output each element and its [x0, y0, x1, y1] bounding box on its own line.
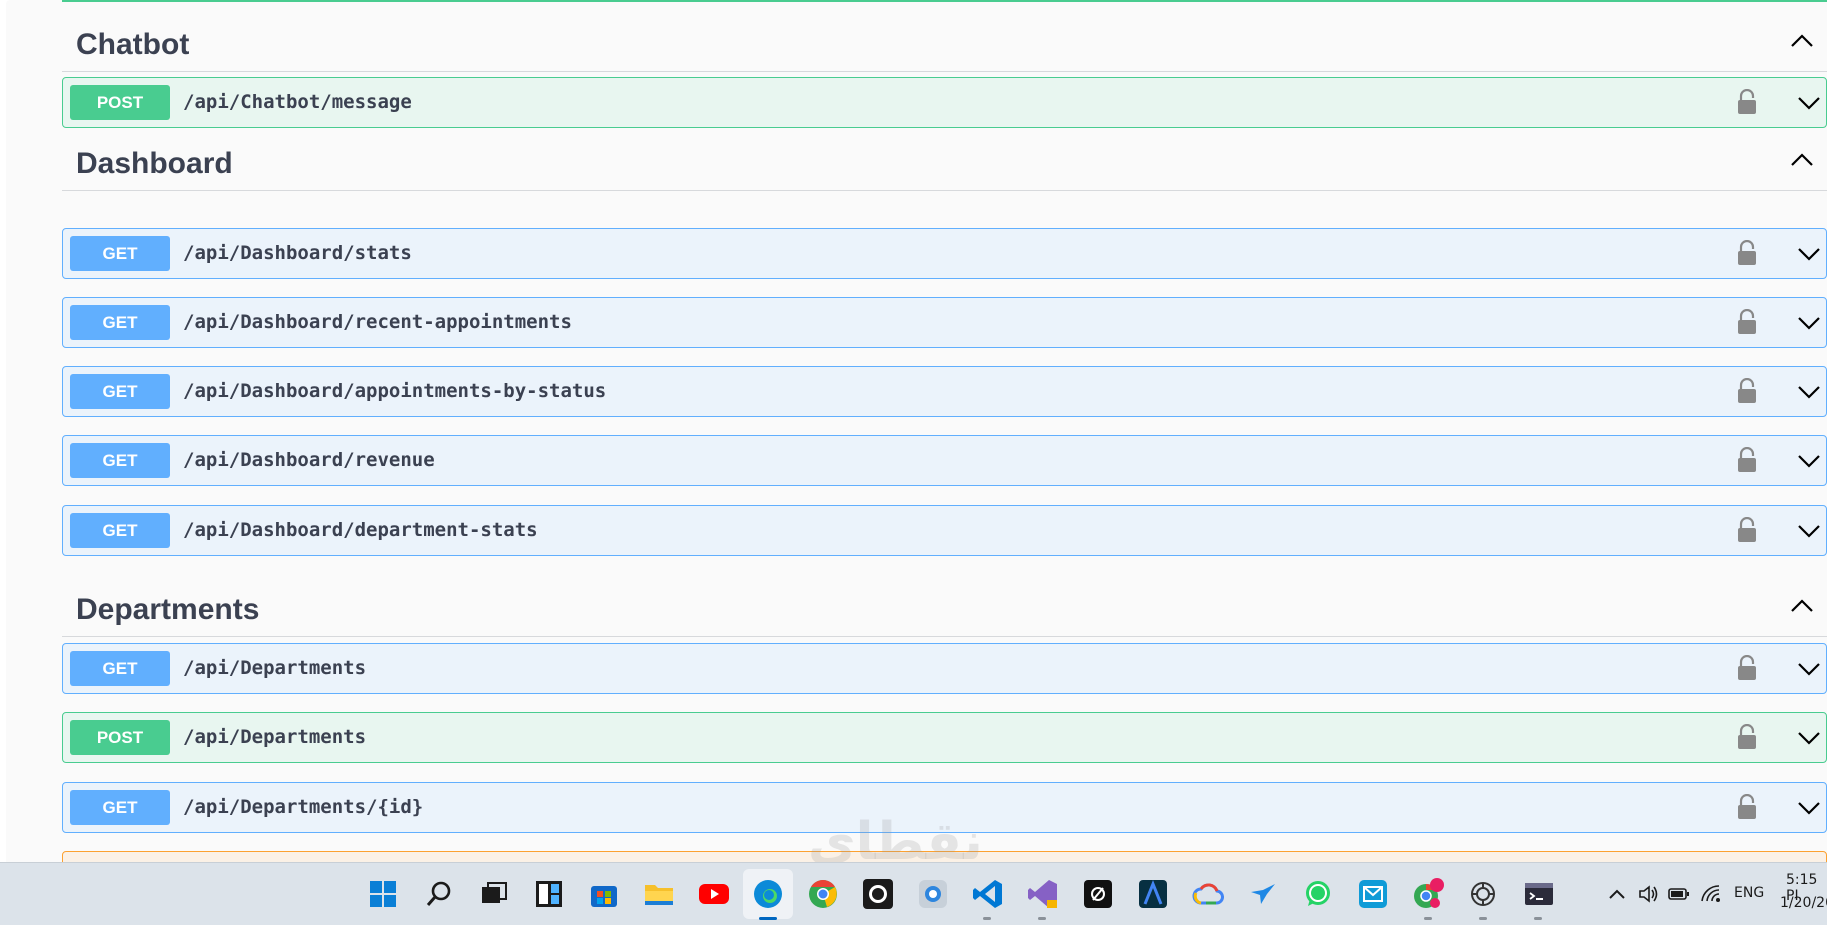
lock-icon[interactable]: [1736, 447, 1758, 473]
operation-path: /api/Dashboard/appointments-by-status: [183, 380, 607, 402]
tag-title: Dashboard: [76, 147, 233, 180]
lock-icon[interactable]: [1736, 794, 1758, 820]
chevron-down-icon[interactable]: [1794, 654, 1824, 684]
method-badge: GET: [70, 305, 170, 340]
chevron-up-icon[interactable]: [1608, 887, 1626, 901]
operation-post-departments[interactable]: POST /api/Departments: [62, 712, 1827, 763]
method-badge: GET: [70, 236, 170, 271]
method-badge: GET: [70, 513, 170, 548]
running-indicator: [1424, 917, 1432, 920]
lock-icon[interactable]: [1736, 724, 1758, 750]
visual-studio-icon[interactable]: [1026, 877, 1060, 911]
operation-path: /api/Chatbot/message: [183, 91, 412, 113]
lock-icon[interactable]: [1736, 309, 1758, 335]
running-indicator: [983, 917, 991, 920]
chrome-icon[interactable]: [806, 877, 840, 911]
chrome-profile-icon[interactable]: [1411, 877, 1445, 911]
method-badge: POST: [70, 720, 170, 755]
tag-header-dashboard[interactable]: Dashboard: [62, 133, 1827, 191]
lock-icon[interactable]: [1736, 655, 1758, 681]
chevron-down-icon[interactable]: [1794, 377, 1824, 407]
lock-icon[interactable]: [1736, 378, 1758, 404]
google-cloud-icon[interactable]: [1191, 877, 1225, 911]
method-badge: GET: [70, 651, 170, 686]
method-badge: GET: [70, 374, 170, 409]
chevron-down-icon[interactable]: [1794, 516, 1824, 546]
operation-path: /api/Departments: [183, 726, 367, 748]
whatsapp-icon[interactable]: [1301, 877, 1335, 911]
tag-header-chatbot[interactable]: Chatbot: [62, 14, 1827, 72]
mail-icon[interactable]: [1356, 877, 1390, 911]
terminal-app-icon[interactable]: [1081, 877, 1115, 911]
operation-get-dashboard-appointments-by-status[interactable]: GET /api/Dashboard/appointments-by-statu…: [62, 366, 1827, 417]
lock-icon[interactable]: [1736, 240, 1758, 266]
chevron-up-icon[interactable]: [1785, 589, 1819, 623]
watermark: نقطاي: [808, 812, 983, 862]
chatgpt-icon[interactable]: [1466, 877, 1500, 911]
chevron-up-icon[interactable]: [1785, 143, 1819, 177]
chevron-down-icon[interactable]: [1794, 446, 1824, 476]
lock-icon[interactable]: [1736, 89, 1758, 115]
command-prompt-icon[interactable]: [1522, 877, 1556, 911]
operation-get-departments[interactable]: GET /api/Departments: [62, 643, 1827, 694]
tag-title: Chatbot: [76, 28, 190, 61]
operation-get-dashboard-recent-appointments[interactable]: GET /api/Dashboard/recent-appointments: [62, 297, 1827, 348]
task-view-icon[interactable]: [477, 877, 511, 911]
tag-title: Departments: [76, 593, 260, 626]
browser-page: Chatbot POST /api/Chatbot/message Dashbo…: [0, 0, 1827, 862]
running-indicator: [1534, 917, 1542, 920]
speaker-icon[interactable]: [1638, 884, 1660, 904]
operation-get-dashboard-department-stats[interactable]: GET /api/Dashboard/department-stats: [62, 505, 1827, 556]
file-explorer-icon[interactable]: [642, 877, 676, 911]
kingfisher-icon[interactable]: [1246, 877, 1280, 911]
language-indicator[interactable]: ENG: [1734, 885, 1764, 901]
method-badge: POST: [70, 85, 170, 120]
edge-icon[interactable]: [751, 877, 785, 911]
tag-header-departments[interactable]: Departments: [62, 579, 1827, 637]
wifi-icon[interactable]: [1700, 884, 1722, 904]
operation-get-dashboard-revenue[interactable]: GET /api/Dashboard/revenue: [62, 435, 1827, 486]
operation-path: /api/Dashboard/stats: [183, 242, 412, 264]
chevron-down-icon[interactable]: [1794, 88, 1824, 118]
github-desktop-icon[interactable]: [861, 877, 895, 911]
chevron-down-icon[interactable]: [1794, 239, 1824, 269]
start-icon[interactable]: [366, 877, 400, 911]
previous-operation-border: [62, 0, 1827, 2]
method-badge: GET: [70, 790, 170, 825]
lock-icon[interactable]: [1736, 517, 1758, 543]
battery-icon[interactable]: [1668, 886, 1690, 902]
running-indicator: [1038, 917, 1046, 920]
operation-path: /api/Dashboard/department-stats: [183, 519, 538, 541]
search-icon[interactable]: [422, 877, 456, 911]
app-icon[interactable]: [916, 877, 950, 911]
chevron-up-icon[interactable]: [1785, 24, 1819, 58]
chevron-down-icon[interactable]: [1794, 308, 1824, 338]
running-indicator: [1479, 917, 1487, 920]
operation-path: /api/Dashboard/recent-appointments: [183, 311, 572, 333]
widgets-icon[interactable]: [532, 877, 566, 911]
windows-taskbar: ENG 5:15 PI 1/20/20: [0, 862, 1827, 925]
operation-path: /api/Dashboard/revenue: [183, 449, 435, 471]
operation-post-chatbot-message[interactable]: POST /api/Chatbot/message: [62, 77, 1827, 128]
android-studio-icon[interactable]: [1136, 877, 1170, 911]
method-badge: GET: [70, 443, 170, 478]
youtube-icon[interactable]: [697, 877, 731, 911]
microsoft-store-icon[interactable]: [587, 877, 621, 911]
operation-get-dashboard-stats[interactable]: GET /api/Dashboard/stats: [62, 228, 1827, 279]
chevron-down-icon[interactable]: [1794, 723, 1824, 753]
active-indicator: [759, 917, 777, 920]
operation-path: /api/Departments/{id}: [183, 796, 424, 818]
vscode-icon[interactable]: [971, 877, 1005, 911]
clock-date[interactable]: 1/20/20: [1780, 895, 1827, 911]
chevron-down-icon[interactable]: [1794, 793, 1824, 823]
operation-path: /api/Departments: [183, 657, 367, 679]
